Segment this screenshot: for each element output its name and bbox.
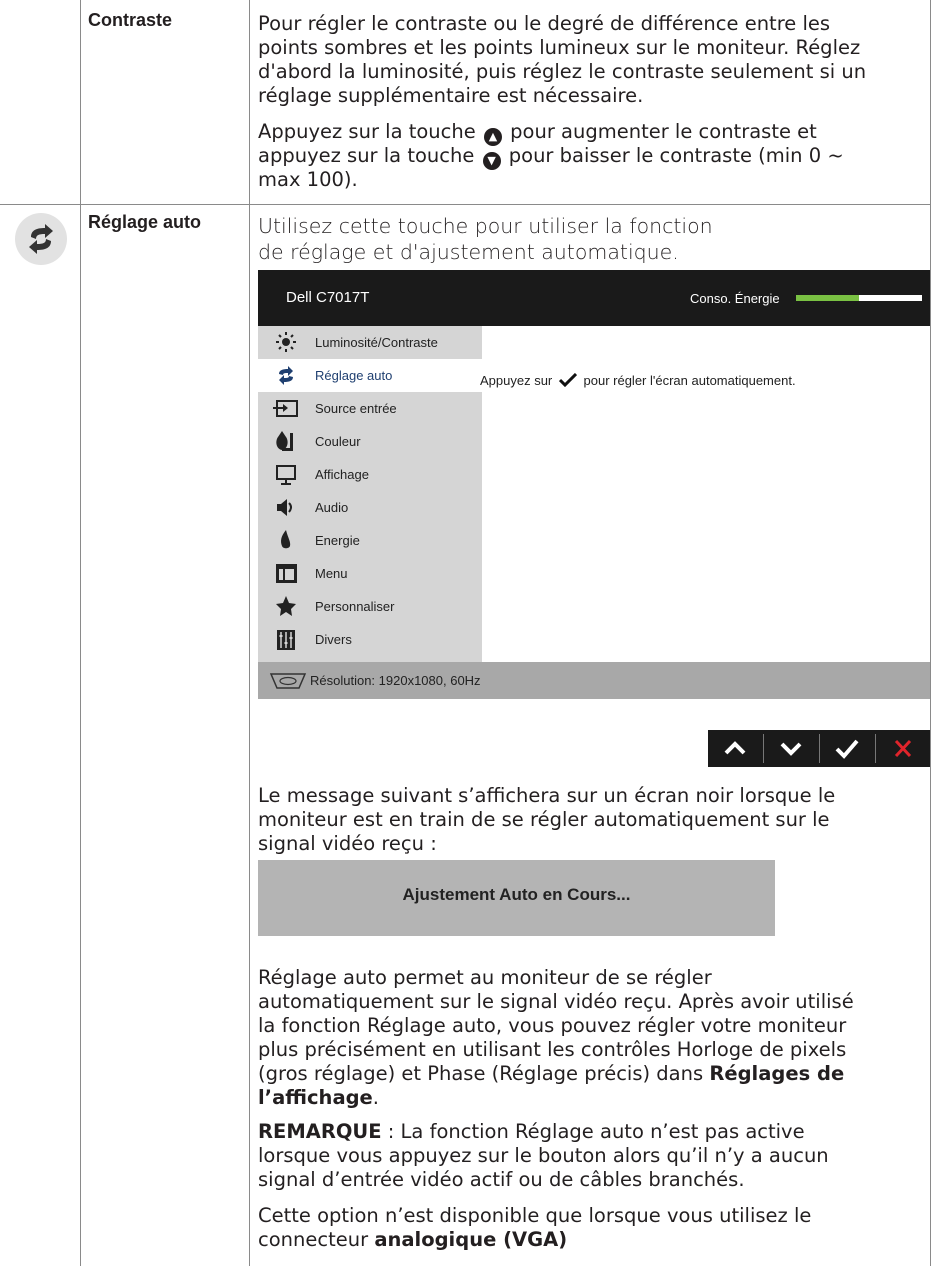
vga-connector-icon <box>269 673 307 689</box>
close-icon <box>894 739 912 758</box>
auto-msg-2: moniteur est en train de se régler autom… <box>258 808 830 831</box>
menu-item-label: Réglage auto <box>315 368 393 383</box>
menu-item-label: Luminosité/Contraste <box>315 335 438 350</box>
energy-bar-fill <box>796 295 859 301</box>
display-settings-link-1: Réglages de <box>709 1062 845 1085</box>
auto-intro-2: de réglage et d'ajustement automatique. <box>258 240 679 264</box>
contrast-keys-1: Appuyez sur la touche ▲ pour augmenter l… <box>258 120 817 146</box>
star-icon <box>276 596 296 616</box>
contrast-keys-2a: appuyez sur la touche <box>258 144 475 167</box>
menu-item-others[interactable]: Divers <box>258 623 482 656</box>
note-label: REMARQUE <box>258 1120 382 1143</box>
auto-para-4: plus précisément en utilisant les contrô… <box>258 1038 847 1061</box>
menu-item-color[interactable]: Couleur <box>258 425 482 458</box>
menu-item-energy[interactable]: Energie <box>258 524 482 557</box>
menu-item-display[interactable]: Affichage <box>258 458 482 491</box>
menu-item-label: Audio <box>315 500 349 515</box>
auto-label: Réglage auto <box>88 212 202 232</box>
up-button[interactable] <box>708 730 763 767</box>
auto-para-3: la fonction Réglage auto, vous pouvez ré… <box>258 1014 847 1037</box>
note-2: lorsque vous appuyez sur le bouton alors… <box>258 1144 829 1167</box>
chevron-down-icon <box>780 742 802 756</box>
flame-icon <box>281 530 291 549</box>
menu-item-auto-adjust[interactable]: Réglage auto <box>258 359 482 392</box>
contrast-keys-2b: pour baisser le contraste (min 0 ~ <box>508 144 844 167</box>
osd-button-bar <box>708 730 930 767</box>
menu-item-label: Personnaliser <box>315 599 395 614</box>
osd-message-b: pour régler l'écran automatiquement. <box>583 373 796 388</box>
auto-para-5: (gros réglage) et Phase (Réglage précis)… <box>258 1062 930 1086</box>
note-3: signal d’entrée vidéo actif ou de câbles… <box>258 1168 745 1191</box>
auto-adjust-icon <box>279 366 293 385</box>
osd-menu-list: Luminosité/Contraste Réglage auto Source… <box>258 326 482 662</box>
note-1: REMARQUE : La fonction Réglage auto n’es… <box>258 1120 930 1144</box>
menu-item-label: Source entrée <box>315 401 397 416</box>
input-source-icon <box>273 400 298 417</box>
menu-item-label: Affichage <box>315 467 369 482</box>
auto-intro-1: Utilisez cette touche pour utiliser la f… <box>258 214 713 238</box>
down-button[interactable] <box>764 730 819 767</box>
osd-resolution: Résolution: 1920x1080, 60Hz <box>310 673 481 688</box>
auto-adjust-icon <box>15 213 67 265</box>
contrast-keys-2: appuyez sur la touche ▼ pour baisser le … <box>258 144 844 170</box>
osd-model: Dell C7017T <box>286 289 370 306</box>
option-2-text: connecteur <box>258 1228 375 1251</box>
energy-bar <box>796 295 922 301</box>
auto-para-end: . <box>372 1086 379 1109</box>
menu-item-label: Menu <box>315 566 348 581</box>
menu-icon <box>276 564 297 583</box>
osd-header: Dell C7017T Conso. Énergie <box>258 270 930 326</box>
note-text-1: : La fonction Réglage auto n’est pas act… <box>381 1120 805 1143</box>
check-icon <box>835 739 859 759</box>
menu-item-personalize[interactable]: Personnaliser <box>258 590 482 623</box>
contrast-desc-4: réglage supplémentaire est nécessaire. <box>258 84 644 107</box>
menu-item-brightness[interactable]: Luminosité/Contraste <box>258 326 482 359</box>
auto-msg-3: signal vidéo reçu : <box>258 832 437 855</box>
close-button[interactable] <box>876 730 931 767</box>
menu-item-menu[interactable]: Menu <box>258 557 482 590</box>
color-icon <box>276 431 293 451</box>
table-border-right <box>930 0 931 1266</box>
option-1: Cette option n’est disponible que lorsqu… <box>258 1204 812 1227</box>
confirm-button[interactable] <box>820 730 875 767</box>
auto-para-2: automatiquement sur le signal vidéo reçu… <box>258 990 854 1013</box>
contrast-desc-1: Pour régler le contraste ou le degré de … <box>258 12 831 35</box>
menu-item-audio[interactable]: Audio <box>258 491 482 524</box>
down-icon: ▼ <box>482 152 501 170</box>
chevron-up-icon <box>724 741 746 755</box>
display-icon <box>276 465 296 485</box>
auto-adjust-progress-box: Ajustement Auto en Cours... <box>258 860 775 936</box>
menu-item-label: Couleur <box>315 434 361 449</box>
auto-para-6: l’affichage. <box>258 1086 930 1110</box>
table-border-left <box>80 0 81 1266</box>
menu-item-label: Energie <box>315 533 360 548</box>
auto-para-5-text: (gros réglage) et Phase (Réglage précis)… <box>258 1062 704 1085</box>
check-icon <box>558 372 577 388</box>
contrast-keys-3: max 100). <box>258 168 358 191</box>
contrast-label: Contraste <box>88 10 173 30</box>
osd-footer: Résolution: 1920x1080, 60Hz <box>258 662 930 699</box>
menu-item-input-source[interactable]: Source entrée <box>258 392 482 425</box>
option-2: connecteur analogique (VGA) <box>258 1228 930 1252</box>
auto-adjust-progress-text: Ajustement Auto en Cours... <box>402 885 631 904</box>
contrast-desc-2: points sombres et les points lumineux su… <box>258 36 861 59</box>
auto-para-1: Réglage auto permet au moniteur de se ré… <box>258 966 712 989</box>
osd-message-a: Appuyez sur <box>480 373 553 388</box>
osd-energy-label: Conso. Énergie <box>690 291 780 306</box>
sun-icon <box>276 332 296 352</box>
table-row-divider <box>0 204 931 205</box>
vga-label: analogique (VGA) <box>374 1228 568 1251</box>
sliders-icon <box>277 630 295 650</box>
osd-menu: Dell C7017T Conso. Énergie Luminosité/Co… <box>258 270 930 699</box>
auto-msg-1: Le message suivant s’affichera sur un éc… <box>258 784 836 807</box>
contrast-keys-1a: Appuyez sur la touche <box>258 120 476 143</box>
table-border-mid <box>249 0 250 1266</box>
osd-message: Appuyez sur pour régler l'écran automati… <box>480 372 796 388</box>
contrast-keys-1b: pour augmenter le contraste et <box>510 120 817 143</box>
display-settings-link-2: l’affichage <box>258 1086 373 1109</box>
menu-item-label: Divers <box>315 632 352 647</box>
speaker-icon <box>277 499 292 516</box>
contrast-desc-3: d'abord la luminosité, puis réglez le co… <box>258 60 867 83</box>
